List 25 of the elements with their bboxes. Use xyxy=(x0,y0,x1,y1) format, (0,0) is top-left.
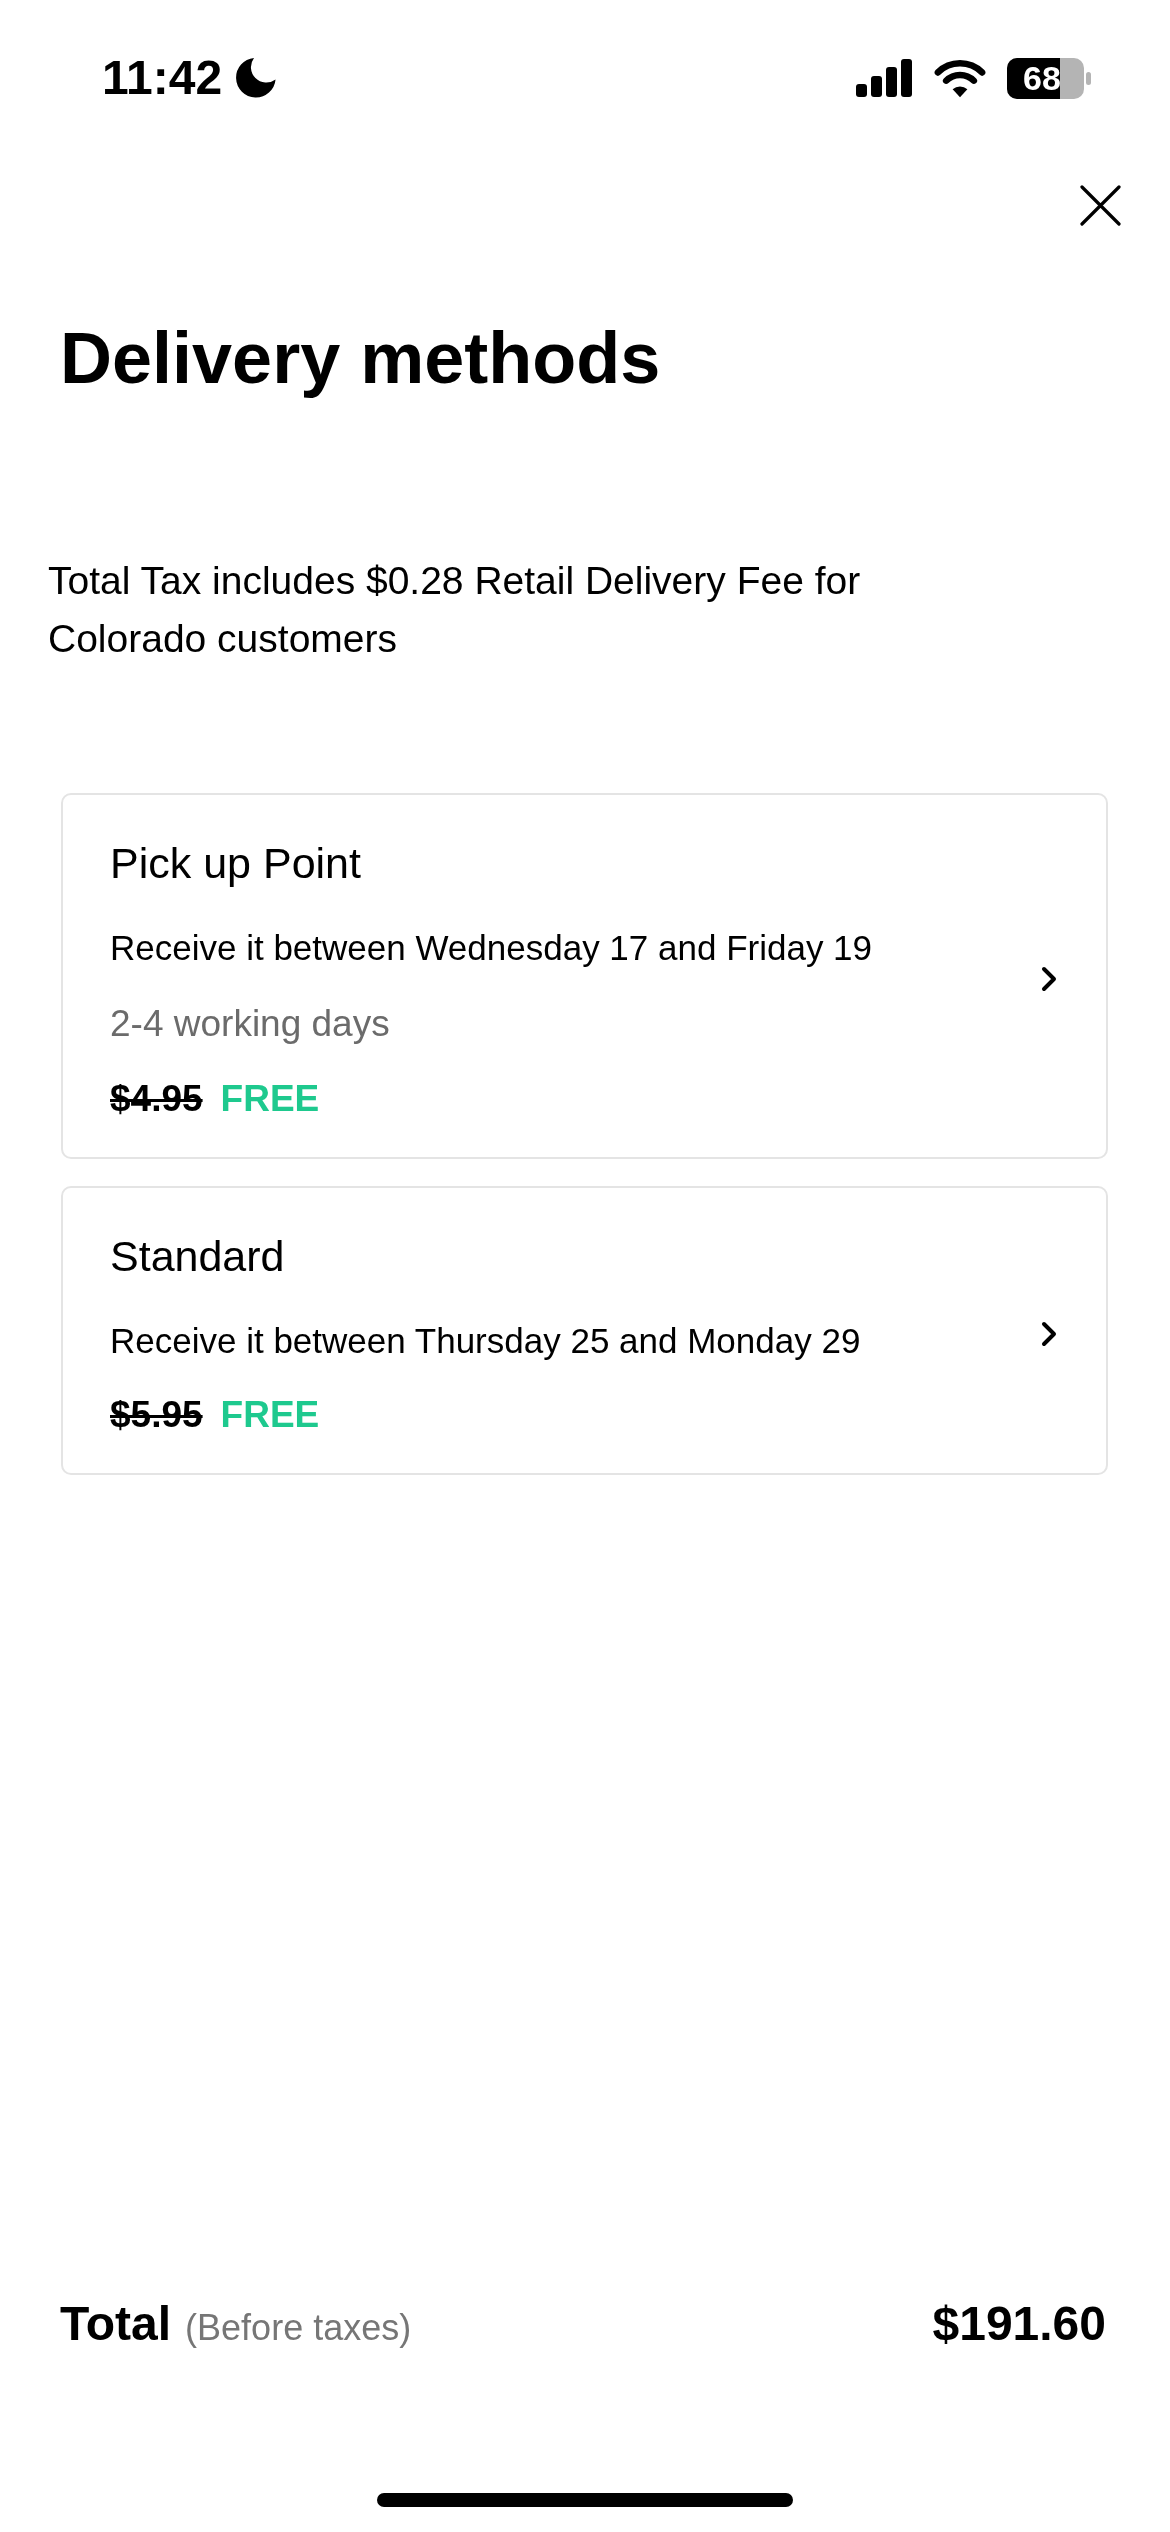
total-label: Total xyxy=(60,2296,172,2352)
discounted-price: FREE xyxy=(220,1393,320,1437)
battery-percent: 68 xyxy=(1023,57,1061,99)
wifi-icon xyxy=(934,58,986,98)
discounted-price: FREE xyxy=(220,1077,320,1121)
status-time: 11:42 xyxy=(102,50,223,106)
tax-notice: Total Tax includes $0.28 Retail Delivery Fee for Colorado customers xyxy=(48,558,862,662)
option-name: Standard xyxy=(110,1231,285,1282)
page-title: Delivery methods xyxy=(60,317,661,400)
close-icon xyxy=(1079,184,1121,226)
original-price: $4.95 xyxy=(110,1077,203,1121)
battery-icon xyxy=(1007,57,1091,99)
original-price: $5.95 xyxy=(110,1393,203,1437)
total-amount: $191.60 xyxy=(932,2296,1106,2352)
delivery-option-card[interactable]: Pick up Point Receive it between Wednesday 17 and Friday 19 2-4 working days $4.95 FREE xyxy=(61,793,1108,1159)
delivery-duration-text: 2-4 working days xyxy=(110,1002,390,1046)
moon-icon xyxy=(236,58,277,98)
signal-icon xyxy=(856,59,913,97)
option-name: Pick up Point xyxy=(110,838,361,889)
delivery-window-text: Receive it between Thursday 25 and Monday 29 xyxy=(110,1320,861,1362)
total-note: (Before taxes) xyxy=(185,2306,412,2350)
chevron-icon xyxy=(1041,1320,1057,1347)
delivery-window-text: Receive it between Wednesday 17 and Friday 19 xyxy=(110,927,873,969)
delivery-option-card[interactable]: Standard Receive it between Thursday 25 and Monday 29 $5.95 FREE xyxy=(61,1186,1108,1475)
chevron-icon xyxy=(1041,966,1057,992)
